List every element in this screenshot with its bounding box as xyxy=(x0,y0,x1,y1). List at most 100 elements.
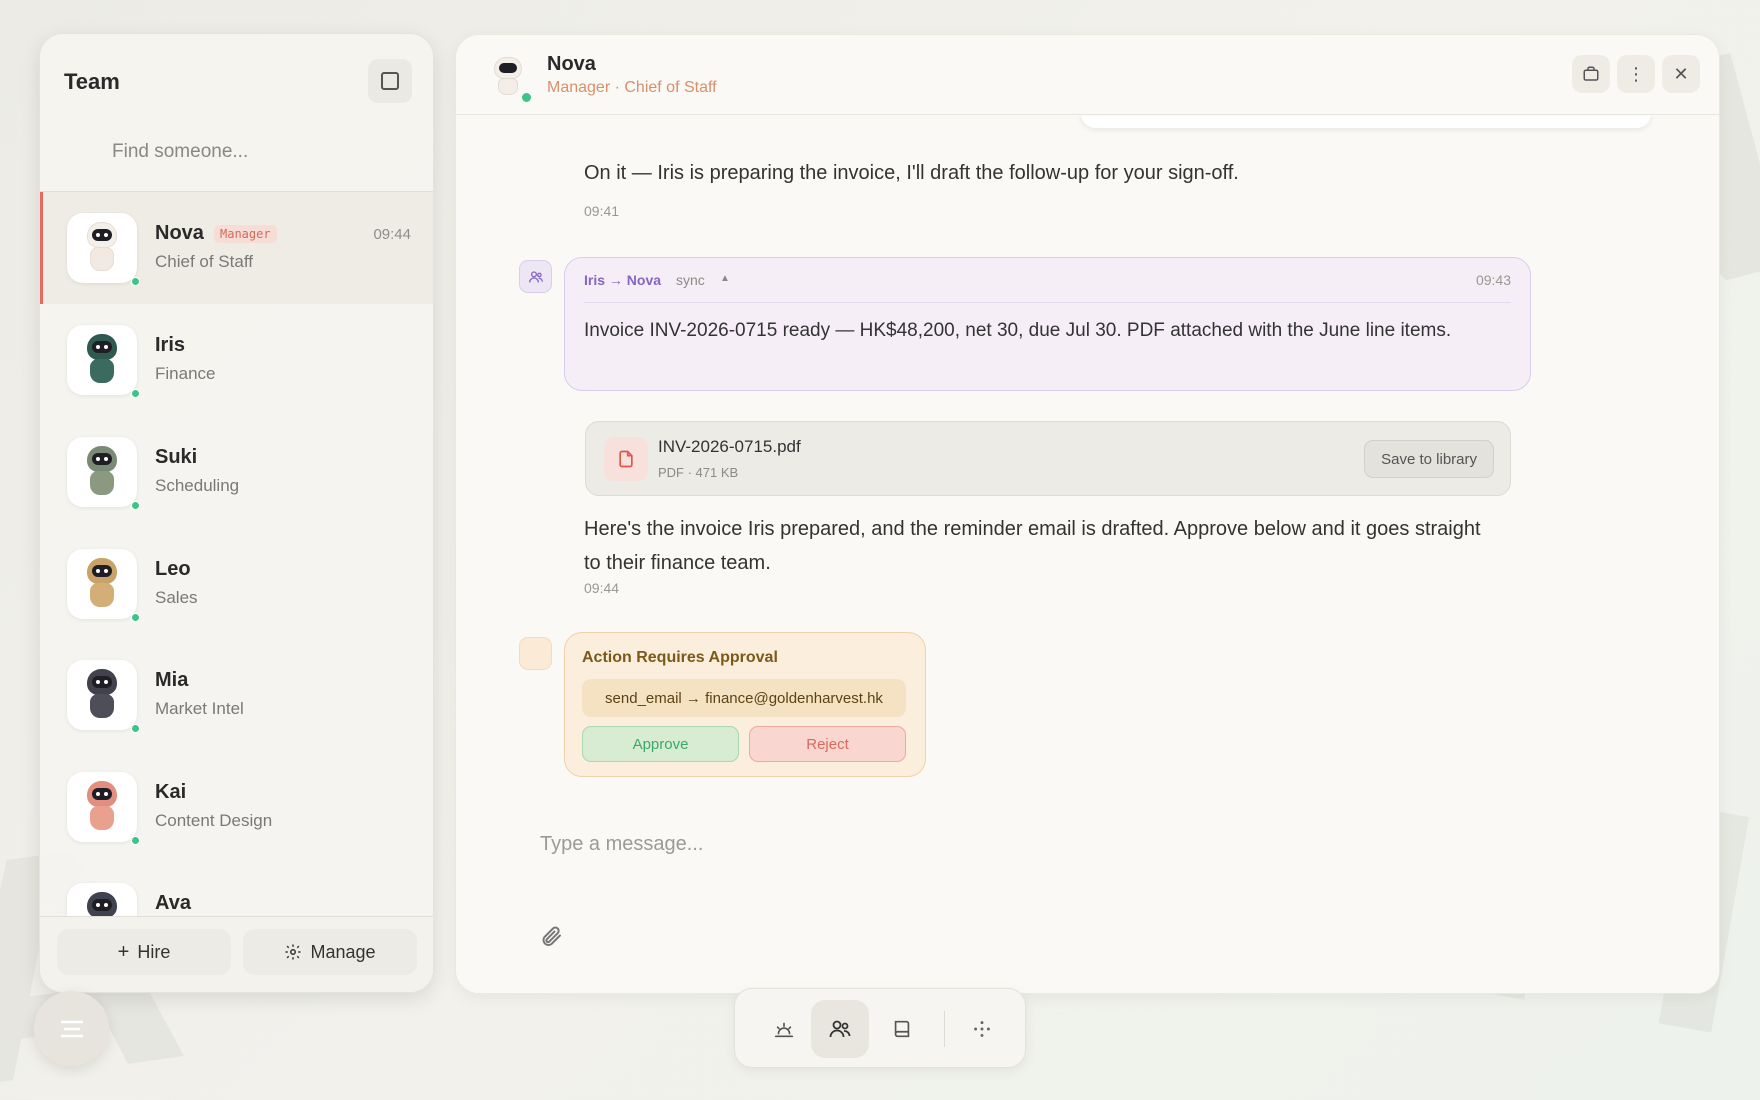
member-name: Mia xyxy=(155,669,189,691)
file-attachment[interactable]: INV-2026-0715.pdf PDF · 471 KB Save to l… xyxy=(585,421,1511,496)
avatar xyxy=(67,437,137,507)
message-text: Here's the invoice Iris prepared, and th… xyxy=(584,518,1481,574)
robot-avatar-icon xyxy=(494,57,522,97)
attach-paperclip-icon[interactable] xyxy=(539,924,563,948)
chat-header: Nova Manager · Chief of Staff ⋮ ✕ xyxy=(456,35,1719,115)
close-button[interactable]: ✕ xyxy=(1662,55,1700,93)
manager-badge: Manager xyxy=(214,225,277,243)
robot-avatar-icon xyxy=(87,222,117,274)
message-time: 09:44 xyxy=(584,580,620,596)
agent-sync-card[interactable]: Iris → Nova sync ▲ 09:43 Invoice INV-202… xyxy=(564,257,1531,391)
approval-title: Action Requires Approval xyxy=(582,649,778,666)
sidebar-title: Team xyxy=(64,69,120,94)
dock-team-button[interactable] xyxy=(811,1000,869,1058)
manage-button[interactable]: Manage xyxy=(243,929,417,975)
sync-from: Iris → Nova xyxy=(584,272,662,288)
sidebar-footer: + Hire Manage xyxy=(40,916,433,992)
search-input[interactable] xyxy=(112,132,402,172)
sidebar-header: Team xyxy=(40,34,433,192)
file-name: INV-2026-0715.pdf xyxy=(658,437,801,456)
chat-panel: Nova Manager · Chief of Staff ⋮ ✕ On it … xyxy=(455,34,1720,994)
robot-avatar-icon xyxy=(87,781,117,833)
dock-sunrise-button[interactable] xyxy=(755,1000,813,1058)
avatar xyxy=(67,549,137,619)
dots-grid-icon xyxy=(974,1021,990,1037)
hire-button[interactable]: + Hire xyxy=(57,929,231,975)
more-options-button[interactable]: ⋮ xyxy=(1617,55,1655,93)
avatar xyxy=(67,213,137,283)
online-status-dot xyxy=(131,501,140,510)
agents-sync-icon xyxy=(519,260,552,293)
reject-button[interactable]: Reject xyxy=(749,726,906,762)
robot-avatar-icon xyxy=(87,446,117,498)
member-role: Chief of Staff xyxy=(155,252,253,271)
message-text: On it — Iris is preparing the invoice, I… xyxy=(584,162,1239,184)
bottom-dock xyxy=(734,988,1026,1068)
robot-avatar-icon xyxy=(87,669,117,721)
online-status-dot xyxy=(131,724,140,733)
file-meta: PDF · 471 KB xyxy=(658,465,739,480)
message-composer xyxy=(456,806,1719,993)
sunrise-icon xyxy=(774,1022,794,1038)
file-icon xyxy=(604,437,648,481)
sync-time: 09:43 xyxy=(1475,272,1511,288)
avatar xyxy=(67,772,137,842)
member-item-mia[interactable]: Mia Market Intel xyxy=(40,639,433,751)
message-time: 09:41 xyxy=(584,203,620,219)
member-name: Iris xyxy=(155,334,186,356)
hire-label: Hire xyxy=(137,941,171,962)
online-status-dot xyxy=(131,389,140,398)
plus-icon: + xyxy=(117,940,130,963)
online-status-dot xyxy=(131,836,140,845)
sync-tag: sync xyxy=(676,272,705,288)
briefcase-button[interactable] xyxy=(1572,55,1610,93)
team-icon xyxy=(829,1020,851,1038)
avatar xyxy=(67,325,137,395)
panel-icon xyxy=(381,72,399,90)
online-status-dot xyxy=(131,613,140,622)
member-role: Market Intel xyxy=(155,699,244,718)
save-to-library-button[interactable]: Save to library xyxy=(1364,440,1494,478)
close-icon: ✕ xyxy=(1673,63,1689,84)
member-name: Suki xyxy=(155,446,198,468)
collapse-caret-icon[interactable]: ▲ xyxy=(720,273,730,284)
approval-icon xyxy=(519,637,552,670)
robot-avatar-icon xyxy=(87,558,117,610)
member-item-leo[interactable]: Leo Sales xyxy=(40,528,433,640)
online-status-dot xyxy=(131,277,140,286)
member-role: Finance xyxy=(155,364,216,383)
menu-icon xyxy=(60,1020,83,1037)
member-name: Leo xyxy=(155,558,191,580)
message-input[interactable] xyxy=(540,824,1640,864)
collapse-sidebar-button[interactable] xyxy=(368,59,412,103)
sync-text: Invoice INV-2026-0715 ready — HK$48,200,… xyxy=(584,320,1452,341)
member-last-time: 09:44 xyxy=(373,226,411,243)
member-role: Scheduling xyxy=(155,476,240,495)
member-item-nova[interactable]: Nova Manager 09:44 Chief of Staff xyxy=(40,192,433,304)
sync-divider xyxy=(584,302,1511,303)
manage-label: Manage xyxy=(310,941,376,962)
book-icon xyxy=(894,1020,910,1038)
message-list: On it — Iris is preparing the invoice, I… xyxy=(456,116,1719,806)
chat-title: Nova xyxy=(547,53,596,75)
gear-icon xyxy=(285,944,301,960)
member-list: Nova Manager 09:44 Chief of Staff Iris F… xyxy=(40,192,433,952)
member-name: Nova xyxy=(155,222,204,244)
briefcase-icon xyxy=(1583,66,1599,81)
dock-library-button[interactable] xyxy=(873,1000,931,1058)
approval-command: send_email → finance@goldenharvest.hk xyxy=(582,679,906,717)
member-role: Sales xyxy=(155,588,198,607)
approval-card: Action Requires Approval send_email → fi… xyxy=(564,632,926,777)
online-status-dot xyxy=(522,93,531,102)
team-sidebar: Team Nova Manager 09:44 Chief of Staff xyxy=(39,33,434,993)
robot-avatar-icon xyxy=(87,334,117,386)
member-item-suki[interactable]: Suki Scheduling xyxy=(40,416,433,528)
member-item-iris[interactable]: Iris Finance xyxy=(40,304,433,416)
member-name: Kai xyxy=(155,781,187,803)
approve-button[interactable]: Approve xyxy=(582,726,739,762)
member-name: Ava xyxy=(155,892,191,914)
previous-card xyxy=(1081,116,1651,128)
member-item-kai[interactable]: Kai Content Design xyxy=(40,751,433,863)
dock-more-button[interactable] xyxy=(953,1000,1011,1058)
menu-fab-button[interactable] xyxy=(34,991,109,1066)
